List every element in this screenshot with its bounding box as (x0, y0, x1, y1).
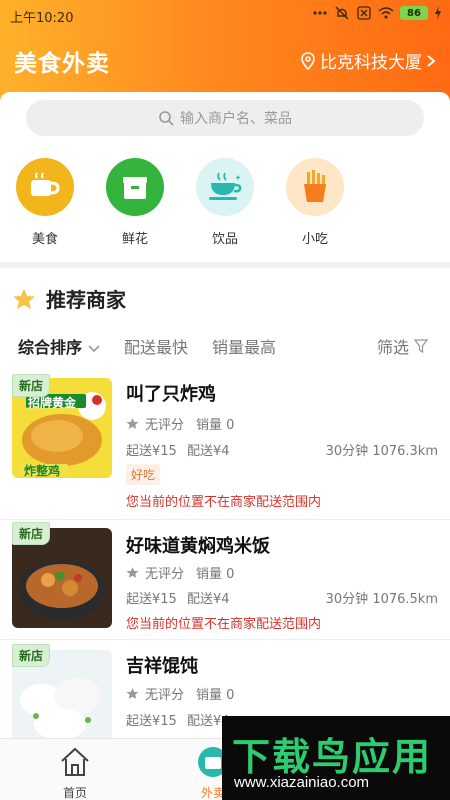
filter-button[interactable]: 筛选 (377, 334, 429, 358)
sales-text: 销量 0 (196, 688, 235, 703)
filter-label: 筛选 (377, 338, 410, 357)
app-title: 美食外卖 (14, 51, 110, 77)
eta-distance: 30分钟 1076.3km (325, 444, 438, 459)
star-icon (126, 418, 139, 429)
category-label: 鲜花 (121, 232, 148, 247)
thumb-slogan-bottom: 炸整鸡 (24, 464, 61, 478)
min-order: 起送¥15 (126, 714, 177, 729)
coffee-cup-icon (16, 158, 74, 216)
charging-bolt-icon (435, 6, 441, 20)
filter-funnel-icon (413, 339, 429, 354)
category-row: 美食 鲜花 饮品 小吃 (0, 158, 450, 258)
category-food[interactable]: 美食 (13, 158, 77, 247)
new-store-badge: 新店 (12, 374, 51, 397)
shop-meta: 起送¥15 配送¥4 30分钟 1076.5km (126, 588, 438, 607)
eta-distance: 30分钟 1076.5km (325, 592, 438, 607)
nav-home-label: 首页 (62, 786, 87, 800)
home-icon (61, 747, 89, 776)
sales-text: 销量 0 (196, 418, 235, 433)
location-selector[interactable]: 比克科技大厦 (300, 48, 436, 73)
rating-text: 无评分 (145, 567, 185, 582)
delivery-fee: 配送¥4 (186, 592, 230, 607)
sort-top-sales[interactable]: 销量最高 (212, 334, 276, 358)
shop-tag: 好吃 (126, 464, 161, 485)
status-icons: 86 (312, 6, 442, 20)
new-store-badge: 新店 (12, 644, 51, 667)
rating-text: 无评分 (145, 688, 185, 703)
shop-rating: 无评分 销量 0 (126, 684, 234, 703)
sort-bar: 综合排序 配送最快 销量最高 筛选 (0, 334, 450, 360)
signal-dots-icon (313, 11, 327, 15)
min-order: 起送¥15 (126, 444, 177, 459)
gift-box-icon (106, 158, 164, 216)
shop-name: 好味道黄焖鸡米饭 (126, 536, 270, 557)
watermark-overlay: 下载鸟应用 www.xiazainiao.com (222, 716, 450, 800)
sales-text: 销量 0 (196, 567, 235, 582)
category-label: 饮品 (211, 232, 238, 247)
nav-home[interactable]: 首页 (30, 745, 120, 800)
recommend-header: 推荐商家 (12, 284, 126, 313)
battery-icon: 86 (400, 6, 428, 20)
sim-x-icon (357, 6, 371, 20)
recommend-section: 推荐商家 综合排序 配送最快 销量最高 筛选 招牌黄金 炸整鸡 新店 叫了只炸鸡… (0, 268, 450, 750)
out-of-range-warning: 您当前的位置不在商家配送范围内 (126, 495, 322, 510)
rating-text: 无评分 (145, 418, 185, 433)
sort-fastest[interactable]: 配送最快 (124, 334, 188, 358)
shop-card[interactable]: 新店 好味道黄焖鸡米饭 无评分 销量 0 起送¥15 配送¥4 30分钟 107… (0, 520, 450, 640)
shop-rating: 无评分 销量 0 (126, 414, 234, 433)
shop-name: 吉祥馄饨 (126, 656, 198, 677)
recommend-title: 推荐商家 (46, 288, 126, 312)
location-pin-icon (301, 51, 315, 70)
shop-rating: 无评分 销量 0 (126, 563, 234, 582)
delivery-fee: 配送¥4 (186, 444, 230, 459)
sort-comprehensive-label: 综合排序 (18, 338, 83, 357)
teacup-icon (196, 158, 254, 216)
new-store-badge: 新店 (12, 522, 51, 545)
search-placeholder: 输入商户名、菜品 (180, 111, 292, 127)
star-crown-icon (13, 288, 35, 309)
fries-icon (286, 158, 344, 216)
sort-comprehensive[interactable]: 综合排序 (18, 334, 100, 358)
search-input[interactable]: 输入商户名、菜品 (26, 100, 424, 136)
search-icon (159, 111, 174, 126)
category-label: 小吃 (301, 232, 328, 247)
mute-bell-icon (335, 6, 349, 20)
shop-card[interactable]: 招牌黄金 炸整鸡 新店 叫了只炸鸡 无评分 销量 0 起送¥15 配送¥4 30… (0, 368, 450, 520)
star-icon (126, 688, 139, 699)
category-drinks[interactable]: 饮品 (193, 158, 257, 247)
star-icon (126, 567, 139, 578)
out-of-range-warning: 您当前的位置不在商家配送范围内 (126, 617, 322, 632)
shop-meta: 起送¥15 配送¥4 30分钟 1076.3km (126, 440, 438, 459)
chevron-down-icon (88, 345, 100, 353)
status-time: 上午10:20 (10, 11, 74, 26)
status-bar: 上午10:20 86 (0, 0, 450, 30)
chevron-right-icon (427, 54, 436, 67)
location-label: 比克科技大厦 (320, 53, 422, 73)
shop-name: 叫了只炸鸡 (126, 384, 216, 405)
wifi-icon (378, 7, 394, 19)
watermark-brand: 下载鸟应用 (232, 735, 433, 779)
category-snacks[interactable]: 小吃 (283, 158, 347, 247)
category-flowers[interactable]: 鲜花 (103, 158, 167, 247)
min-order: 起送¥15 (126, 592, 177, 607)
category-label: 美食 (31, 232, 58, 247)
watermark-url: www.xiazainiao.com (234, 774, 370, 791)
